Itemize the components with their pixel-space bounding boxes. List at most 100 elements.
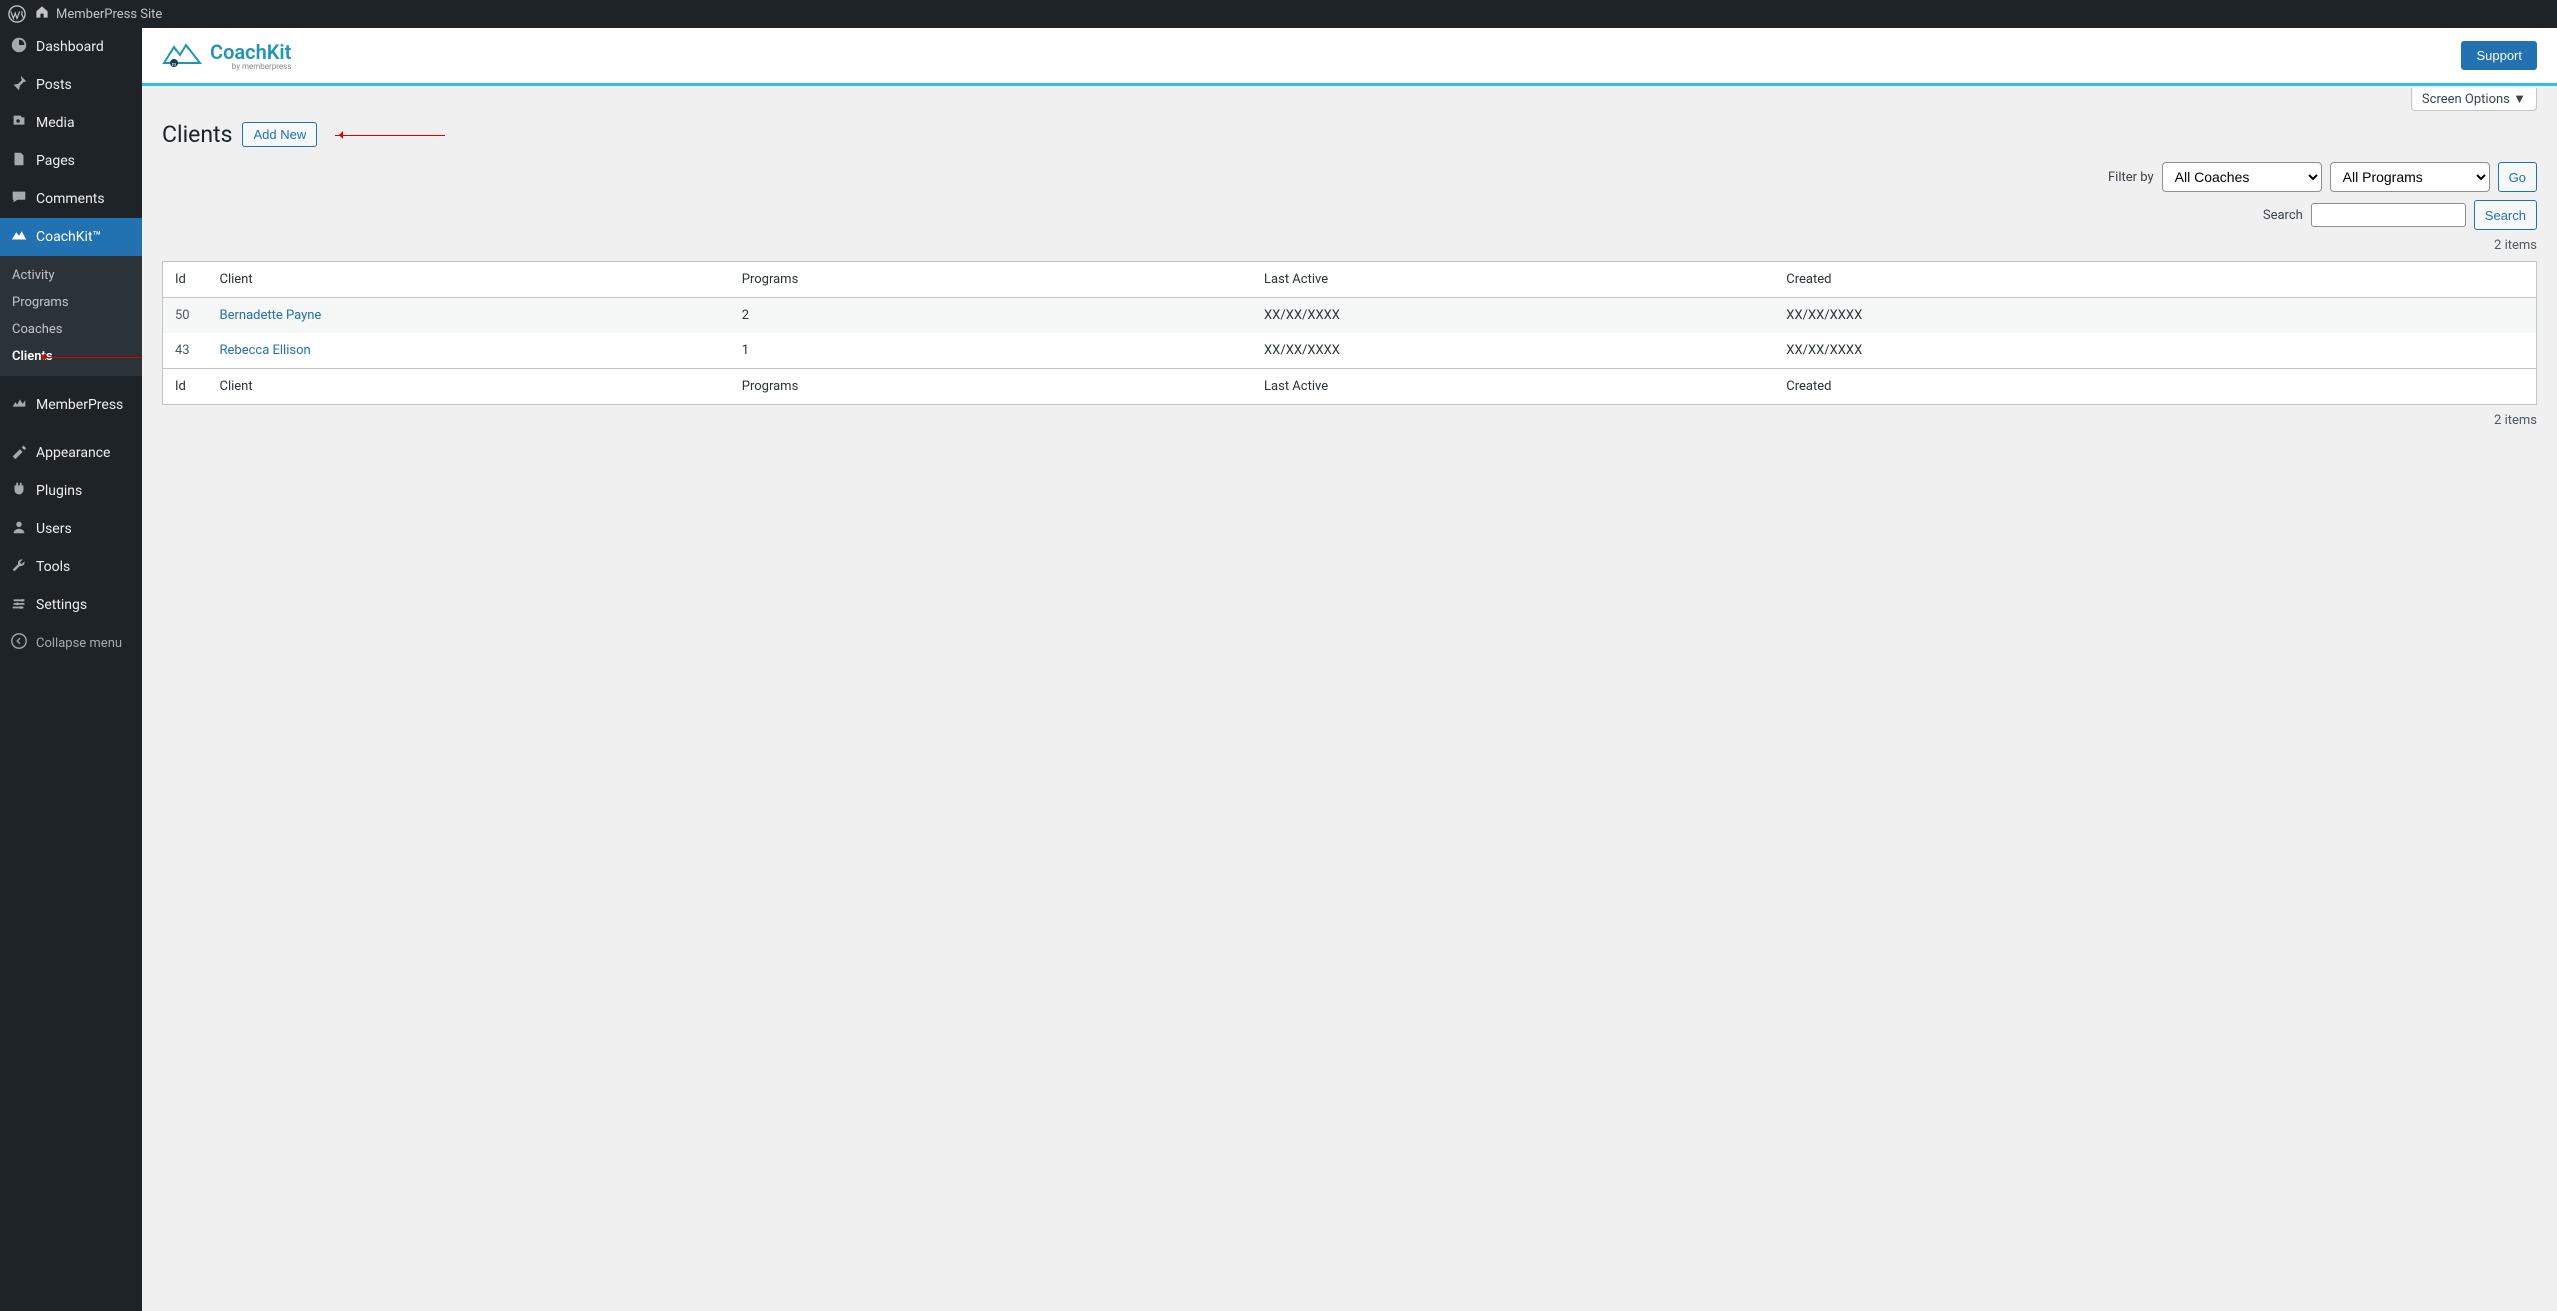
client-link[interactable]: Rebecca Ellison xyxy=(220,343,311,358)
cell-created: XX/XX/XXXX xyxy=(1774,298,2536,334)
coaches-select[interactable]: All Coaches xyxy=(2162,162,2322,192)
annotation-arrow-addnew xyxy=(335,129,445,141)
tf-created[interactable]: Created xyxy=(1774,369,2536,405)
cell-programs: 2 xyxy=(730,298,1252,334)
menu-label: Appearance xyxy=(36,445,110,461)
user-icon xyxy=(10,518,28,540)
tools-icon xyxy=(10,556,28,578)
sidebar-item-pages[interactable]: Pages xyxy=(0,142,142,180)
heading-row: Clients Add New xyxy=(162,121,2537,148)
sidebar-item-media[interactable]: Media xyxy=(0,104,142,142)
search-row: Search Search xyxy=(162,200,2537,230)
filters-row: Filter by All Coaches All Programs Go xyxy=(162,162,2537,192)
menu-label: CoachKit™ xyxy=(36,229,101,245)
support-button[interactable]: Support xyxy=(2461,41,2537,70)
menu-label: Comments xyxy=(36,191,105,207)
memberpress-icon xyxy=(10,394,28,416)
filter-by-label: Filter by xyxy=(2108,170,2154,185)
sidebar-item-users[interactable]: Users xyxy=(0,510,142,548)
sidebar-item-posts[interactable]: Posts xyxy=(0,66,142,104)
submenu-activity[interactable]: Activity xyxy=(0,262,142,289)
cell-client: Bernadette Payne xyxy=(208,298,730,334)
table-row: 43 Rebecca Ellison 1 XX/XX/XXXX XX/XX/XX… xyxy=(163,333,2537,369)
admin-toolbar: MemberPress Site xyxy=(0,0,2557,28)
logo-text-coach: Coach xyxy=(210,40,267,64)
cell-last-active: XX/XX/XXXX xyxy=(1252,333,1774,369)
submenu-programs[interactable]: Programs xyxy=(0,289,142,316)
tf-programs[interactable]: Programs xyxy=(730,369,1252,405)
plugin-header: m CoachKit by memberpress Support xyxy=(142,28,2557,86)
submenu-clients[interactable]: Clients xyxy=(0,343,142,370)
add-new-button[interactable]: Add New xyxy=(242,122,317,147)
screen-options-toggle[interactable]: Screen Options ▼ xyxy=(2411,88,2537,111)
main-content: m CoachKit by memberpress Support Screen… xyxy=(142,28,2557,448)
plugin-icon xyxy=(10,480,28,502)
cell-last-active: XX/XX/XXXX xyxy=(1252,298,1774,334)
media-icon xyxy=(10,112,28,134)
items-count-bottom: 2 items xyxy=(162,413,2537,428)
page-icon xyxy=(10,150,28,172)
menu-label: Dashboard xyxy=(36,39,104,55)
go-button[interactable]: Go xyxy=(2498,162,2537,192)
coachkit-icon xyxy=(10,226,28,248)
sidebar-item-coachkit[interactable]: CoachKit™ xyxy=(0,218,142,256)
menu-label: Settings xyxy=(36,597,87,613)
chevron-down-icon: ▼ xyxy=(2513,92,2526,107)
home-icon xyxy=(34,4,50,24)
tf-client[interactable]: Client xyxy=(208,369,730,405)
collapse-icon xyxy=(10,632,28,654)
items-count-top: 2 items xyxy=(162,238,2537,253)
cell-client: Rebecca Ellison xyxy=(208,333,730,369)
th-last-active[interactable]: Last Active xyxy=(1252,262,1774,298)
cell-created: XX/XX/XXXX xyxy=(1774,333,2536,369)
menu-label: Pages xyxy=(36,153,75,169)
th-programs[interactable]: Programs xyxy=(730,262,1252,298)
sidebar-item-settings[interactable]: Settings xyxy=(0,586,142,624)
dashboard-icon xyxy=(10,36,28,58)
client-link[interactable]: Bernadette Payne xyxy=(220,308,322,323)
sidebar-item-comments[interactable]: Comments xyxy=(0,180,142,218)
submenu-coachkit: Activity Programs Coaches Clients xyxy=(0,256,142,376)
logo-text-kit: Kit xyxy=(267,40,292,64)
menu-label: Users xyxy=(36,521,72,537)
menu-label: Media xyxy=(36,115,75,131)
cell-id: 50 xyxy=(163,298,208,334)
programs-select[interactable]: All Programs xyxy=(2330,162,2490,192)
search-input[interactable] xyxy=(2311,203,2466,227)
th-client[interactable]: Client xyxy=(208,262,730,298)
tf-last-active[interactable]: Last Active xyxy=(1252,369,1774,405)
sidebar-item-plugins[interactable]: Plugins xyxy=(0,472,142,510)
wp-logo[interactable] xyxy=(8,5,26,23)
cell-programs: 1 xyxy=(730,333,1252,369)
menu-label: MemberPress xyxy=(36,397,123,413)
th-created[interactable]: Created xyxy=(1774,262,2536,298)
coachkit-logo: m CoachKit by memberpress xyxy=(162,40,291,71)
sidebar-item-dashboard[interactable]: Dashboard xyxy=(0,28,142,66)
sidebar-item-memberpress[interactable]: MemberPress xyxy=(0,386,142,424)
page-title: Clients xyxy=(162,121,232,148)
cell-id: 43 xyxy=(163,333,208,369)
site-link[interactable]: MemberPress Site xyxy=(34,4,162,24)
screen-meta: Screen Options ▼ xyxy=(142,86,2557,111)
svg-text:m: m xyxy=(172,62,177,67)
annotation-arrow-sidebar xyxy=(45,357,142,359)
collapse-menu[interactable]: Collapse menu xyxy=(0,624,142,662)
settings-icon xyxy=(10,594,28,616)
clients-table: Id Client Programs Last Active Created 5… xyxy=(162,261,2537,405)
sidebar-item-appearance[interactable]: Appearance xyxy=(0,434,142,472)
submenu-coaches[interactable]: Coaches xyxy=(0,316,142,343)
sidebar-item-tools[interactable]: Tools xyxy=(0,548,142,586)
page-wrap: Clients Add New Filter by All Coaches Al… xyxy=(142,111,2557,448)
search-label: Search xyxy=(2263,208,2303,223)
pin-icon xyxy=(10,74,28,96)
menu-label: Plugins xyxy=(36,483,82,499)
menu-label: Posts xyxy=(36,77,72,93)
table-row: 50 Bernadette Payne 2 XX/XX/XXXX XX/XX/X… xyxy=(163,298,2537,334)
th-id[interactable]: Id xyxy=(163,262,208,298)
search-button[interactable]: Search xyxy=(2474,200,2537,230)
tf-id[interactable]: Id xyxy=(163,369,208,405)
logo-mountain-icon: m xyxy=(162,41,204,71)
site-name: MemberPress Site xyxy=(56,7,162,22)
comment-icon xyxy=(10,188,28,210)
admin-sidebar: Dashboard Posts Media Pages Comments Coa… xyxy=(0,28,142,1311)
